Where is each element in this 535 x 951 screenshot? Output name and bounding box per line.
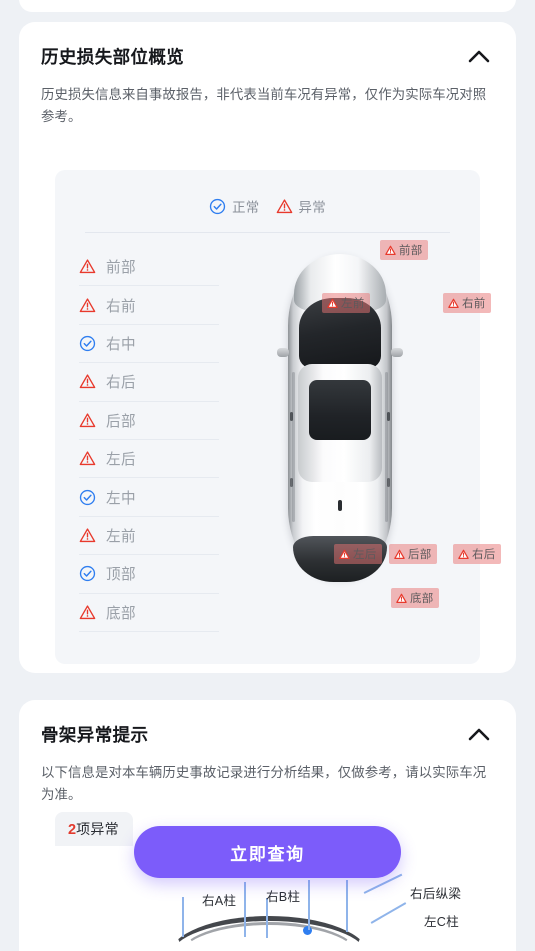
warning-triangle-icon xyxy=(79,297,96,312)
skeleton-label-right-a-pillar: 右A柱 xyxy=(202,894,237,908)
screen: 历史损失部位概览 历史损失信息来自事故报告，非代表当前车况有异常，仅作为实际车况… xyxy=(0,0,535,951)
part-label: 前部 xyxy=(106,260,136,277)
warning-triangle-icon xyxy=(396,593,407,603)
car-antenna xyxy=(338,500,342,511)
car-tag-left-rear[interactable]: 左后 xyxy=(334,544,382,564)
car-sunroof xyxy=(309,380,371,440)
check-circle-icon xyxy=(209,198,226,214)
car-tag-label: 前部 xyxy=(399,245,423,257)
warning-triangle-icon xyxy=(385,245,396,255)
badge-suffix: 项异常 xyxy=(76,821,119,837)
warning-triangle-icon xyxy=(339,549,350,559)
part-row-right-rear[interactable]: 右后 xyxy=(79,363,219,402)
part-row-front[interactable]: 前部 xyxy=(79,248,219,287)
part-row-left-front[interactable]: 左前 xyxy=(79,517,219,556)
history-card-description: 历史损失信息来自事故报告，非代表当前车况有异常，仅作为实际车况对照参考。 xyxy=(41,87,487,124)
part-label: 右后 xyxy=(106,375,136,392)
skeleton-label-right-rear-rail: 右后纵梁 xyxy=(410,887,462,901)
warning-triangle-icon xyxy=(79,413,96,427)
car-door-line-left xyxy=(292,372,295,522)
skeleton-card-description: 以下信息是对本车辆历史事故记录进行分析结果，仅做参考，请以实际车况为准。 xyxy=(41,765,487,802)
car-tag-label: 右前 xyxy=(462,298,486,310)
warning-triangle-icon xyxy=(458,549,469,559)
car-door-line-right xyxy=(385,372,388,522)
check-circle-icon xyxy=(79,335,96,352)
part-row-top[interactable]: 顶部 xyxy=(79,555,219,594)
car-handle-right-rear xyxy=(387,478,390,487)
part-label: 后部 xyxy=(106,413,136,430)
leader-line-right-lower-rail xyxy=(244,882,246,937)
damage-part-list: 前部 右前 右中 右后 后部 左后 左中 左前 顶部 底部 xyxy=(79,248,219,632)
car-tag-label: 左后 xyxy=(353,549,377,561)
warning-triangle-icon xyxy=(394,549,405,559)
car-tag-rear[interactable]: 后部 xyxy=(389,544,437,564)
car-tag-right-front[interactable]: 右前 xyxy=(443,293,491,313)
part-row-bottom[interactable]: 底部 xyxy=(79,594,219,632)
part-label: 顶部 xyxy=(106,567,136,584)
warning-triangle-icon xyxy=(79,605,96,619)
car-tag-bottom[interactable]: 底部 xyxy=(391,588,439,608)
car-handle-left-rear xyxy=(290,478,293,487)
legend-item-normal: 正常 xyxy=(209,196,259,216)
warning-triangle-icon xyxy=(327,298,338,308)
car-handle-left-front xyxy=(290,412,293,421)
status-badge[interactable]: 2 项异常 xyxy=(55,812,133,846)
chevron-up-icon[interactable] xyxy=(464,724,494,746)
car-mirror-left xyxy=(277,348,289,357)
car-handle-right-front xyxy=(387,412,390,421)
chevron-up-icon[interactable] xyxy=(464,46,494,68)
warning-triangle-icon xyxy=(79,451,96,466)
skeleton-label-right-b-pillar: 右B柱 xyxy=(266,890,301,904)
car-tag-label: 底部 xyxy=(410,593,434,605)
skeleton-card-header: 骨架异常提示 xyxy=(19,700,516,747)
car-tag-right-rear[interactable]: 右后 xyxy=(453,544,501,564)
warning-triangle-icon xyxy=(448,298,459,308)
car-tag-front[interactable]: 前部 xyxy=(380,240,428,260)
part-label: 右前 xyxy=(106,298,136,315)
part-row-left-middle[interactable]: 左中 xyxy=(79,478,219,517)
query-now-button[interactable]: 立即查询 xyxy=(134,826,401,878)
part-label: 左中 xyxy=(106,490,136,507)
skeleton-title: 骨架异常提示 xyxy=(41,725,149,745)
leader-line-right-a-pillar xyxy=(182,897,184,937)
car-tag-label: 后部 xyxy=(408,549,432,561)
part-label: 左后 xyxy=(106,452,136,469)
part-label: 底部 xyxy=(106,605,136,622)
legend-item-abnormal: 异常 xyxy=(276,196,326,216)
check-circle-icon xyxy=(79,566,96,582)
part-row-right-front[interactable]: 右前 xyxy=(79,286,219,325)
status-legend: 正常 异常 xyxy=(55,170,480,216)
part-label: 左前 xyxy=(106,528,136,545)
previous-card-stub xyxy=(19,0,516,12)
leader-line-left-c-pillar xyxy=(370,902,407,924)
badge-count: 2 xyxy=(68,822,77,838)
warning-triangle-icon xyxy=(276,198,292,213)
page-title: 历史损失部位概览 xyxy=(41,47,185,67)
car-mirror-right xyxy=(391,348,403,357)
part-row-left-rear[interactable]: 左后 xyxy=(79,440,219,479)
skeleton-label-left-c-pillar: 左C柱 xyxy=(424,915,459,929)
check-circle-icon xyxy=(79,489,96,505)
legend-label-normal: 正常 xyxy=(232,200,260,215)
car-tag-label: 右后 xyxy=(472,549,496,561)
part-row-rear[interactable]: 后部 xyxy=(79,402,219,440)
history-damage-card: 历史损失部位概览 历史损失信息来自事故报告，非代表当前车况有异常，仅作为实际车况… xyxy=(19,22,516,673)
leader-line-aux xyxy=(346,880,348,932)
warning-triangle-icon xyxy=(79,259,96,274)
car-tag-label: 左前 xyxy=(341,298,365,310)
abnormal-count-badge-row: 2 项异常 xyxy=(55,812,133,846)
part-row-right-middle[interactable]: 右中 xyxy=(79,325,219,364)
part-label: 右中 xyxy=(106,336,136,353)
legend-label-abnormal: 异常 xyxy=(298,200,326,215)
query-now-label: 立即查询 xyxy=(230,844,305,864)
car-tag-left-front[interactable]: 左前 xyxy=(322,293,370,313)
leader-line-right-c-pillar xyxy=(308,880,310,930)
history-card-header: 历史损失部位概览 xyxy=(19,22,516,69)
warning-triangle-icon xyxy=(79,528,96,543)
warning-triangle-icon xyxy=(79,374,96,389)
